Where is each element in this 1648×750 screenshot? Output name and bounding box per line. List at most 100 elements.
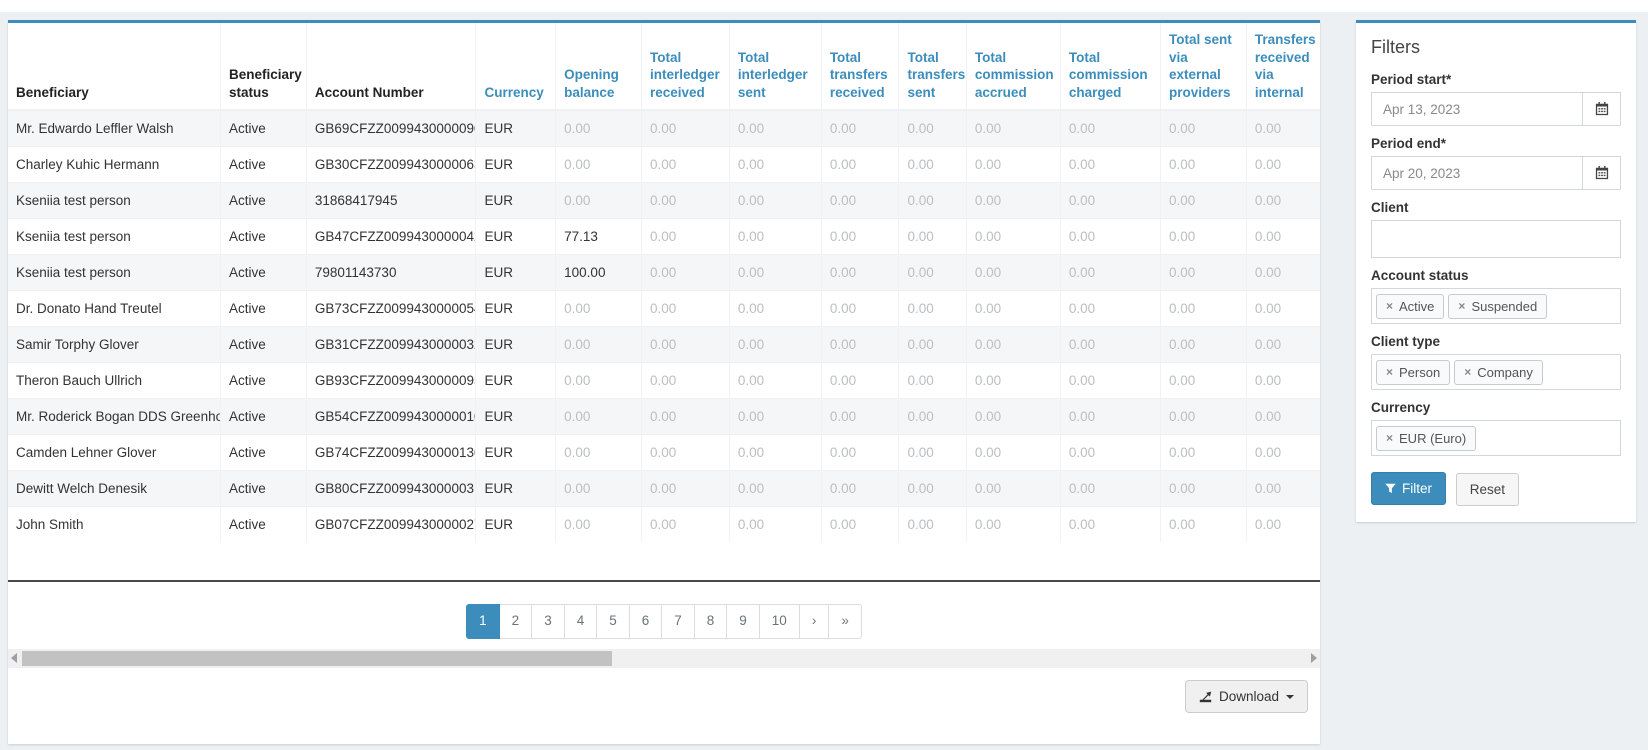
tag-remove-icon[interactable]: × [1386,432,1393,444]
page-button-9[interactable]: 9 [727,604,760,639]
funnel-icon [1385,483,1396,494]
filter-button-label: Filter [1402,481,1432,496]
status-cell: Active [221,255,307,291]
amount-cell: 0.00 [966,183,1060,219]
amount-cell: 0.00 [1060,183,1160,219]
tag-remove-icon[interactable]: × [1386,366,1393,378]
client-input[interactable] [1371,220,1621,258]
column-header-total-commission-charged[interactable]: Total commission charged [1060,23,1160,110]
tag-label: Active [1399,299,1434,314]
currency-select[interactable]: ×EUR (Euro) [1371,420,1621,456]
amount-cell: 0.00 [1246,291,1320,327]
scroll-left-arrow-icon[interactable] [11,653,17,663]
beneficiary-cell: Mr. Roderick Bogan DDS Greenholt [8,399,221,435]
column-header-transfers-received-via-internal[interactable]: Transfers received via internal [1246,23,1320,110]
page-button-8[interactable]: 8 [695,604,728,639]
column-header-total-transfers-received[interactable]: Total transfers received [821,23,899,110]
amount-cell: 0.00 [641,291,729,327]
status-cell: Active [221,219,307,255]
reset-button[interactable]: Reset [1456,473,1519,506]
amount-cell: 0.00 [641,363,729,399]
beneficiaries-table: BeneficiaryBeneficiary statusAccount Num… [8,23,1320,542]
amount-cell: 0.00 [729,327,821,363]
page-button-1[interactable]: 1 [466,604,500,639]
currency-cell: EUR [476,471,556,507]
amount-cell: 0.00 [899,435,966,471]
column-header-opening-balance[interactable]: Opening balance [556,23,642,110]
column-header-total-transfers-sent[interactable]: Total transfers sent [899,23,966,110]
table-body: Mr. Edwardo Leffler WalshActiveGB69CFZZ0… [8,110,1320,542]
tag-remove-icon[interactable]: × [1464,366,1471,378]
amount-cell: 0.00 [821,255,899,291]
amount-cell: 0.00 [729,471,821,507]
scroll-right-arrow-icon[interactable] [1311,653,1317,663]
amount-cell: 0.00 [1060,507,1160,543]
amount-cell: 0.00 [556,435,642,471]
amount-cell: 0.00 [1246,399,1320,435]
amount-cell: 0.00 [1161,327,1247,363]
amount-cell: 0.00 [1246,363,1320,399]
amount-cell: 0.00 [641,507,729,543]
column-header-total-commission-accrued[interactable]: Total commission accrued [966,23,1060,110]
amount-cell: 0.00 [729,255,821,291]
account-number-cell: 79801143730 [306,255,476,291]
tag-eur-euro: ×EUR (Euro) [1376,426,1476,451]
currency-cell: EUR [476,147,556,183]
period-end-calendar-button[interactable] [1583,156,1621,190]
status-cell: Active [221,291,307,327]
account-status-select[interactable]: ×Active×Suspended [1371,288,1621,324]
account-number-cell: GB74CFZZ00994300001300 [306,435,476,471]
page-button-6[interactable]: 6 [630,604,663,639]
amount-cell: 0.00 [556,471,642,507]
amount-cell: 0.00 [1161,435,1247,471]
period-start-input[interactable] [1371,92,1583,126]
amount-cell: 0.00 [1060,471,1160,507]
pagination-next[interactable]: › [800,604,830,639]
horizontal-scrollbar[interactable] [8,649,1320,668]
scrollbar-thumb[interactable] [22,651,612,666]
table-row: Mr. Roderick Bogan DDS GreenholtActiveGB… [8,399,1320,435]
filter-button[interactable]: Filter [1371,472,1446,505]
amount-cell: 0.00 [899,471,966,507]
amount-cell: 0.00 [1246,255,1320,291]
page-button-10[interactable]: 10 [760,604,800,639]
amount-cell: 0.00 [899,219,966,255]
amount-cell: 0.00 [899,327,966,363]
column-header-total-interledger-received[interactable]: Total interledger received [641,23,729,110]
amount-cell: 0.00 [641,471,729,507]
page-button-2[interactable]: 2 [500,604,533,639]
amount-cell: 0.00 [821,110,899,147]
amount-cell: 0.00 [556,399,642,435]
page-button-5[interactable]: 5 [597,604,630,639]
amount-cell: 0.00 [729,183,821,219]
amount-cell: 0.00 [966,435,1060,471]
column-header-total-sent-via-external-providers[interactable]: Total sent via external providers [1161,23,1247,110]
column-header-total-interledger-sent[interactable]: Total interledger sent [729,23,821,110]
period-end-input[interactable] [1371,156,1583,190]
pagination-last[interactable]: » [829,604,862,639]
amount-cell: 0.00 [821,183,899,219]
download-button[interactable]: Download [1185,680,1308,713]
tag-remove-icon[interactable]: × [1386,300,1393,312]
column-header-currency[interactable]: Currency [476,23,556,110]
period-start-calendar-button[interactable] [1583,92,1621,126]
card-footer: Download [8,668,1320,725]
tag-remove-icon[interactable]: × [1458,300,1465,312]
client-type-select[interactable]: ×Person×Company [1371,354,1621,390]
amount-cell: 0.00 [1060,291,1160,327]
amount-cell: 0.00 [729,147,821,183]
table-row: Mr. Edwardo Leffler WalshActiveGB69CFZZ0… [8,110,1320,147]
currency-cell: EUR [476,110,556,147]
table-row: Kseniia test personActiveGB47CFZZ0099430… [8,219,1320,255]
amount-cell: 0.00 [1246,471,1320,507]
tag-company: ×Company [1454,360,1543,385]
page-button-4[interactable]: 4 [565,604,598,639]
amount-cell: 0.00 [899,110,966,147]
amount-cell: 0.00 [1246,147,1320,183]
amount-cell: 0.00 [1246,327,1320,363]
amount-cell: 0.00 [821,399,899,435]
page-button-7[interactable]: 7 [662,604,695,639]
page-button-3[interactable]: 3 [532,604,565,639]
amount-cell: 0.00 [729,291,821,327]
amount-cell: 0.00 [821,327,899,363]
